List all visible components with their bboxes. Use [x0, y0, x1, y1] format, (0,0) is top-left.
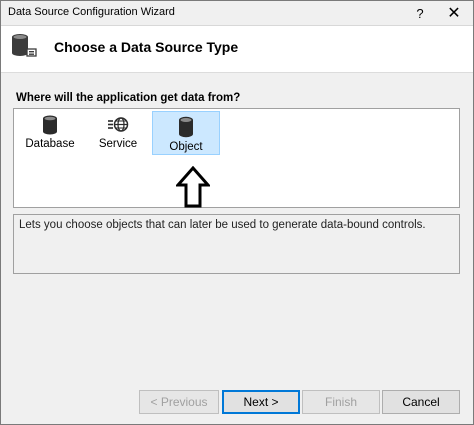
type-object[interactable]: Object: [152, 111, 220, 155]
wizard-window: Data Source Configuration Wizard ? ✕ Cho…: [0, 0, 474, 425]
database-icon: [43, 115, 57, 135]
data-source-prompt: Where will the application get data from…: [16, 92, 241, 104]
type-service[interactable]: Service: [84, 111, 152, 155]
type-object-label: Object: [169, 141, 203, 153]
previous-button[interactable]: < Previous: [139, 390, 219, 414]
service-icon: [108, 117, 129, 132]
title-bar[interactable]: Data Source Configuration Wizard ? ✕: [1, 1, 473, 26]
data-source-icon: [12, 34, 37, 57]
type-database[interactable]: Database: [16, 111, 84, 155]
help-button[interactable]: ?: [403, 1, 437, 25]
wizard-header: Choose a Data Source Type: [1, 26, 473, 73]
close-button[interactable]: ✕: [437, 1, 471, 25]
finish-button[interactable]: Finish: [302, 390, 380, 414]
type-service-label: Service: [98, 138, 138, 150]
data-source-type-list[interactable]: Database Service Object: [13, 108, 460, 208]
type-database-label: Database: [25, 138, 75, 150]
page-title: Choose a Data Source Type: [54, 39, 239, 55]
up-arrow-icon: [176, 166, 210, 208]
window-title: Data Source Configuration Wizard: [8, 6, 175, 18]
type-description: Lets you choose objects that can later b…: [13, 214, 460, 274]
object-icon: [179, 116, 193, 138]
next-button[interactable]: Next >: [222, 390, 300, 414]
cancel-button[interactable]: Cancel: [382, 390, 460, 414]
